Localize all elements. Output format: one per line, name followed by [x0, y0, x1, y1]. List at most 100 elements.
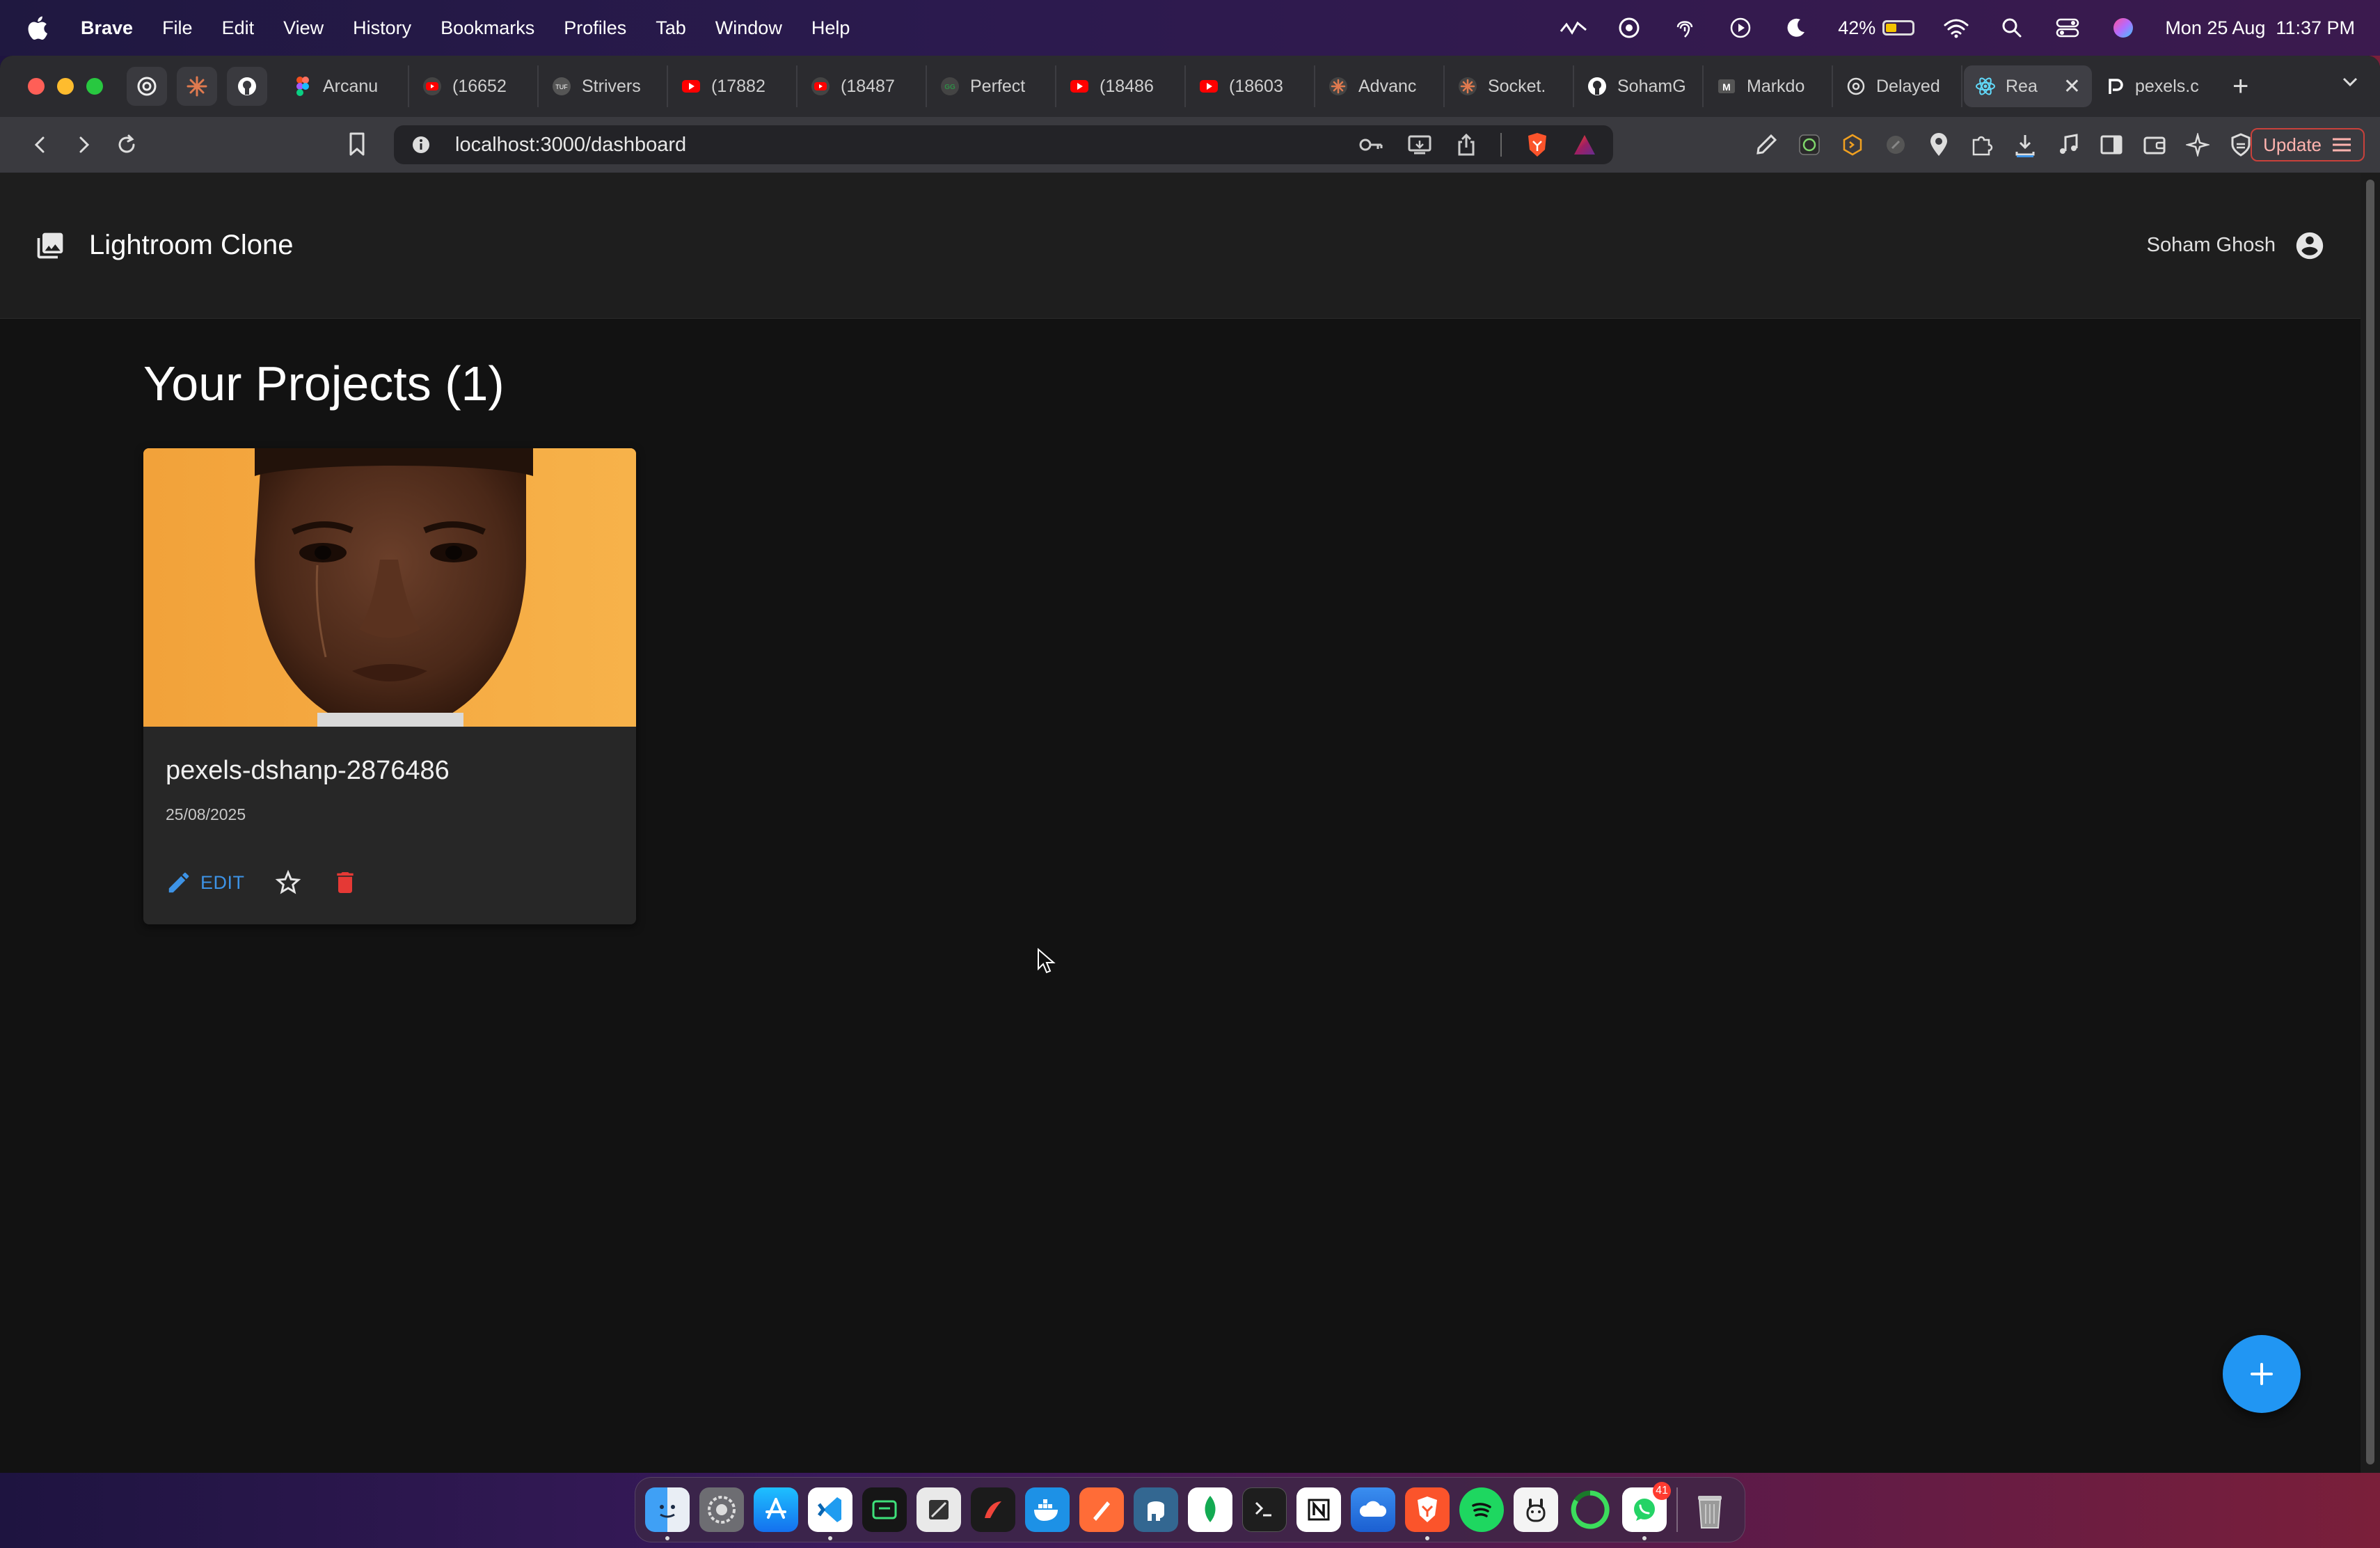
menu-app-name[interactable]: Brave — [81, 17, 133, 39]
dock-terminal[interactable] — [1242, 1487, 1287, 1532]
tab-6[interactable]: (18486 — [1058, 65, 1186, 107]
wave-tray-icon[interactable] — [1560, 14, 1587, 42]
tab-search-chevron-icon[interactable] — [2340, 71, 2361, 92]
dock-vscode[interactable] — [808, 1487, 852, 1540]
add-project-button[interactable] — [2223, 1335, 2301, 1413]
pinned-tab-github[interactable] — [227, 67, 267, 106]
wallet-icon[interactable] — [2142, 132, 2167, 157]
bookmark-icon[interactable] — [347, 128, 367, 160]
control-center-icon[interactable] — [2054, 14, 2081, 42]
zoom-window-button[interactable] — [86, 78, 103, 95]
vpn-shield-icon[interactable] — [2228, 132, 2253, 157]
battery-indicator[interactable]: 42% — [1838, 17, 1915, 39]
pinned-tab-chatgpt[interactable] — [127, 67, 167, 106]
tab-8[interactable]: Advanc — [1317, 65, 1445, 107]
menu-tab[interactable]: Tab — [656, 17, 686, 39]
scrollbar-thumb[interactable] — [2366, 180, 2374, 1464]
dock-mongodb[interactable] — [1188, 1487, 1232, 1532]
tab-9[interactable]: Socket. — [1446, 65, 1574, 107]
page-scrollbar[interactable] — [2361, 173, 2380, 1473]
dock-pgadmin[interactable] — [1134, 1487, 1178, 1532]
tab-10[interactable]: SohamG — [1576, 65, 1704, 107]
location-pin-icon[interactable] — [1926, 132, 1951, 157]
tab-14[interactable]: pexels.c — [2093, 65, 2221, 107]
close-tab-icon[interactable]: ✕ — [2063, 74, 2081, 99]
menu-help[interactable]: Help — [811, 17, 850, 39]
project-thumbnail[interactable] — [143, 448, 636, 727]
dock-trash[interactable] — [1688, 1487, 1732, 1532]
apple-icon[interactable] — [25, 14, 53, 42]
hexagon-extension-icon[interactable] — [1840, 132, 1865, 157]
url-text[interactable]: localhost:3000/dashboard — [455, 134, 686, 157]
eyedropper-icon[interactable] — [1754, 132, 1779, 157]
tab-7[interactable]: (18603 — [1187, 65, 1315, 107]
tab-3[interactable]: (17882 — [669, 65, 798, 107]
chatgpt-extension-icon[interactable] — [1797, 132, 1822, 157]
fingerprint-tray-icon[interactable] — [1671, 14, 1699, 42]
chatgpt-tray-icon[interactable] — [1615, 14, 1643, 42]
star-outline-icon[interactable] — [273, 867, 303, 898]
tab-12[interactable]: Delayed — [1834, 65, 1962, 107]
siri-icon[interactable] — [2109, 14, 2137, 42]
menu-view[interactable]: View — [283, 17, 324, 39]
dock-postman[interactable] — [1079, 1487, 1124, 1532]
tab-2[interactable]: TUF Strivers — [540, 65, 668, 107]
brave-rewards-icon[interactable] — [1573, 134, 1596, 156]
site-info-icon[interactable] — [411, 134, 431, 155]
menu-window[interactable]: Window — [715, 17, 782, 39]
dock-hoppscotch[interactable] — [971, 1487, 1015, 1532]
spotlight-search-icon[interactable] — [1998, 14, 2026, 42]
dock-whatsapp[interactable]: 41 — [1622, 1482, 1671, 1540]
dock-proxyman[interactable] — [1351, 1487, 1395, 1532]
media-music-icon[interactable] — [2056, 132, 2081, 157]
downloads-icon[interactable] — [2013, 132, 2038, 157]
forward-button[interactable] — [64, 125, 103, 164]
account-circle-icon[interactable] — [2294, 230, 2326, 262]
sidebar-toggle-icon[interactable] — [2099, 132, 2124, 157]
extensions-puzzle-icon[interactable] — [1969, 132, 1994, 157]
dock-preview[interactable] — [917, 1487, 961, 1532]
dock-docker[interactable] — [1025, 1487, 1070, 1532]
tab-13-active[interactable]: Rea ✕ — [1964, 65, 2092, 107]
address-bar[interactable]: localhost:3000/dashboard — [394, 125, 1613, 164]
tab-11[interactable]: M Markdo — [1705, 65, 1833, 107]
reload-button[interactable] — [107, 125, 146, 164]
tab-4[interactable]: (18487 — [799, 65, 927, 107]
dock-brave[interactable] — [1405, 1487, 1450, 1540]
play-tray-icon[interactable] — [1727, 14, 1754, 42]
dock-system-settings[interactable] — [699, 1487, 744, 1532]
dock-spotify[interactable] — [1459, 1487, 1504, 1532]
key-icon[interactable] — [1358, 134, 1383, 155]
dock-finder[interactable] — [645, 1487, 690, 1540]
tab-0[interactable]: Arcanu — [281, 65, 409, 107]
tab-1[interactable]: (16652 — [411, 65, 539, 107]
close-window-button[interactable] — [28, 78, 45, 95]
edit-project-button[interactable]: EDIT — [166, 869, 245, 896]
dock-activity-ring[interactable] — [1568, 1487, 1612, 1532]
pinned-tab-claude[interactable] — [177, 67, 217, 106]
minimize-window-button[interactable] — [57, 78, 74, 95]
menu-history[interactable]: History — [353, 17, 411, 39]
menu-file[interactable]: File — [162, 17, 193, 39]
project-card[interactable]: pexels-dshanp-2876486 25/08/2025 EDIT — [143, 448, 636, 924]
new-tab-button[interactable]: + — [2232, 71, 2248, 102]
update-button[interactable]: Update — [2251, 128, 2365, 161]
grey-circle-extension-icon[interactable] — [1883, 132, 1908, 157]
brave-shields-icon[interactable] — [1525, 132, 1549, 158]
dock-terminal-green[interactable] — [862, 1487, 907, 1532]
moon-tray-icon[interactable] — [1782, 14, 1810, 42]
menu-profiles[interactable]: Profiles — [564, 17, 626, 39]
delete-trash-icon[interactable] — [331, 867, 359, 898]
menu-bookmarks[interactable]: Bookmarks — [441, 17, 534, 39]
project-name[interactable]: pexels-dshanp-2876486 — [166, 756, 614, 786]
tab-5[interactable]: GG Perfect — [928, 65, 1056, 107]
user-menu[interactable]: Soham Ghosh — [2147, 230, 2326, 262]
dock-notion[interactable] — [1296, 1487, 1341, 1532]
app-brand[interactable]: Lightroom Clone — [89, 230, 294, 261]
menu-edit[interactable]: Edit — [222, 17, 255, 39]
install-app-icon[interactable] — [1407, 134, 1432, 156]
clock[interactable]: Mon 25 Aug 11:37 PM — [2165, 17, 2355, 39]
leo-ai-icon[interactable] — [2185, 132, 2210, 157]
dock-app-store[interactable] — [754, 1487, 798, 1532]
back-button[interactable] — [21, 125, 60, 164]
